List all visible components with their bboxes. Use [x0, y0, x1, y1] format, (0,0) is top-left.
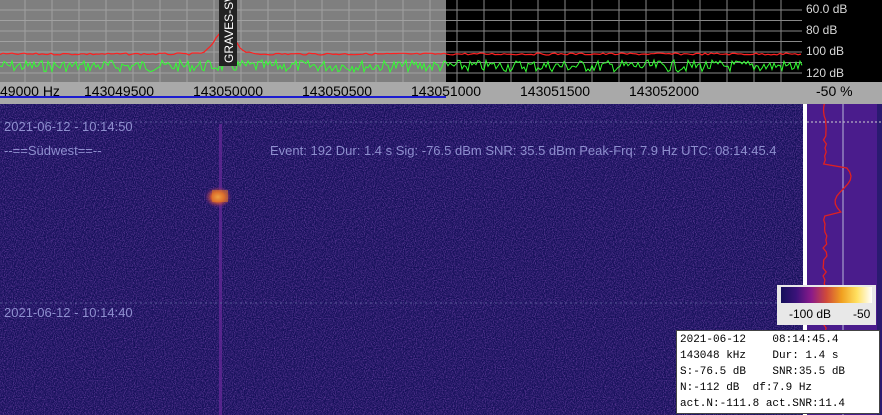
timestamp-1: 2021-06-12 - 10:14:50 — [4, 119, 133, 134]
percent-value: -50 % — [816, 83, 853, 99]
freq-label: 143052000 — [629, 83, 700, 99]
timestamp-2: 2021-06-12 - 10:14:40 — [4, 305, 133, 320]
db-label-100: 100 dB — [806, 44, 845, 58]
info-line-1: 2021-06-12 08:14:45.4 — [680, 334, 839, 346]
passband-indicator — [0, 96, 446, 98]
db-label-120: 120 dB — [806, 66, 845, 80]
colorbar-legend: -100 dB -50 — [777, 285, 876, 325]
info-line-2: 143048 kHz Dur: 1.4 s — [680, 350, 839, 362]
info-line-4: N:-112 dB df:7.9 Hz — [680, 382, 813, 394]
graves-marker-label: GRAVES-SW — [222, 0, 236, 63]
db-label-80: 80 dB — [806, 23, 838, 37]
event-info: Event: 192 Dur: 1.4 s Sig: -76.5 dBm SNR… — [270, 143, 777, 158]
frequency-axis[interactable]: 49000 Hz 143049500 143050000 143050500 1… — [0, 82, 802, 104]
spectrum-display[interactable]: GRAVES-SW — [0, 0, 882, 82]
colorbar-min: -100 dB — [789, 307, 832, 321]
info-line-5: act.N:-111.8 act.SNR:11.4 — [680, 398, 846, 410]
percent-box[interactable]: -50 % — [802, 82, 882, 104]
info-line-3: S:-76.5 dB SNR:35.5 dB — [680, 366, 846, 378]
db-label-60: 60.0 dB — [806, 2, 848, 16]
colorbar-gradient — [781, 287, 872, 303]
station-label: --==Südwest==-- — [4, 143, 102, 158]
colorbar-max: -50 — [853, 307, 871, 321]
freq-label: 143051500 — [520, 83, 591, 99]
event-info-box: 2021-06-12 08:14:45.4 143048 kHz Dur: 1.… — [676, 330, 880, 414]
